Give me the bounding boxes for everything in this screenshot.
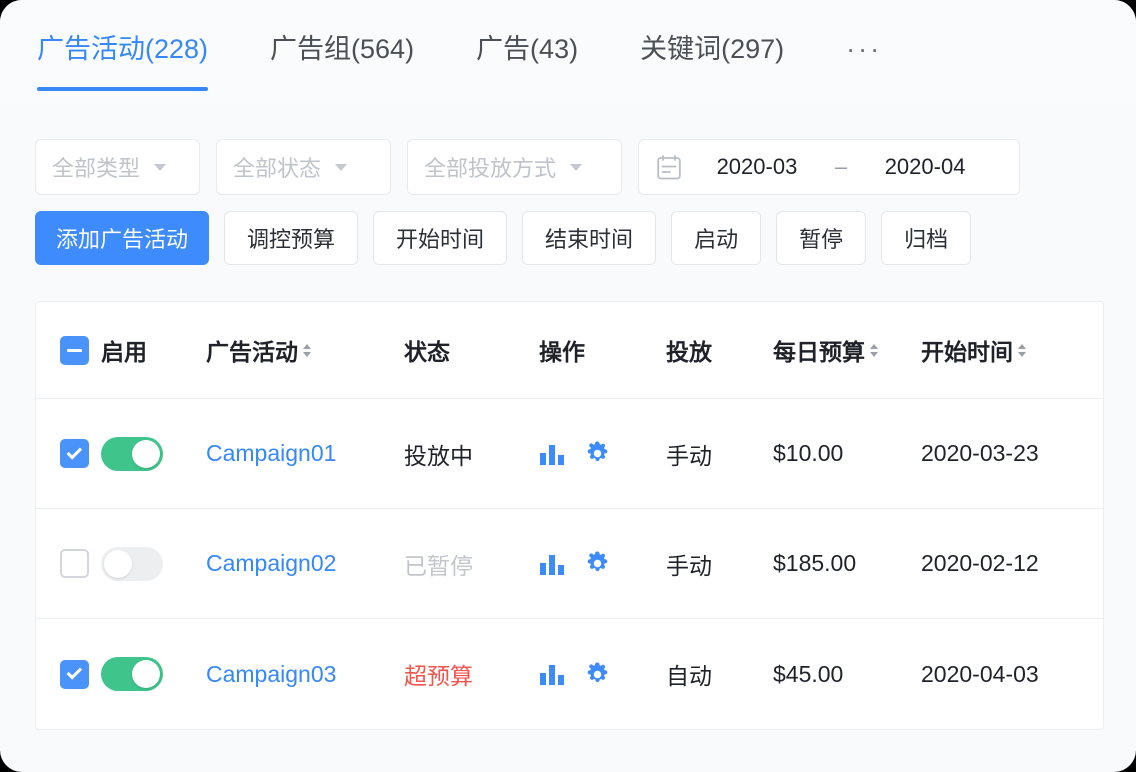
header-delivery-label: 投放 [666,333,712,367]
status-badge: 已暂停 [404,547,539,581]
end-time-button[interactable]: 结束时间 [522,211,656,265]
status-badge: 投放中 [404,437,539,471]
filter-status-label: 全部状态 [233,151,321,183]
filter-mode-select[interactable]: 全部投放方式 [407,139,622,195]
enable-button[interactable]: 启动 [671,211,761,265]
check-icon [66,444,82,460]
tab-adgroups[interactable]: 广告组(564) [270,0,414,63]
gear-icon[interactable] [585,551,610,576]
row-operations-cell [539,441,666,466]
sort-icon[interactable] [303,344,311,357]
campaign-table: 启用 广告活动 状态 操作 投放 每日预算 开始时间 [35,301,1104,730]
row-enable-cell [101,547,206,581]
header-enable: 启用 [101,333,206,367]
tab-ads[interactable]: 广告(43) [476,0,578,63]
daily-budget-value: $45.00 [773,661,921,688]
chevron-down-icon [154,164,166,171]
table-row: Campaign03 超预算 自动 $45.00 2020-04-03 [36,619,1103,729]
select-all-cell [36,336,101,365]
action-bar: 添加广告活动 调控预算 开始时间 结束时间 启动 暂停 归档 [35,211,971,265]
header-daily-budget[interactable]: 每日预算 [773,333,921,367]
filter-mode-label: 全部投放方式 [424,151,556,183]
date-range-picker[interactable]: 2020-03 – 2020-04 [638,139,1020,195]
table-header-row: 启用 广告活动 状态 操作 投放 每日预算 开始时间 [36,302,1103,399]
tab-campaigns[interactable]: 广告活动(228) [37,0,208,63]
start-time-value: 2020-04-03 [921,661,1081,688]
campaign-name-link[interactable]: Campaign02 [206,550,404,577]
filter-type-label: 全部类型 [52,151,140,183]
app-page: 广告活动(228) 广告组(564) 广告(43) 关键词(297) ··· 全… [0,0,1136,772]
filter-status-select[interactable]: 全部状态 [216,139,391,195]
header-delivery: 投放 [666,333,773,367]
chart-icon[interactable] [539,442,566,466]
date-start-value[interactable]: 2020-03 [681,154,833,180]
pause-button[interactable]: 暂停 [776,211,866,265]
row-checkbox[interactable] [60,439,89,468]
sort-icon[interactable] [1018,344,1026,357]
tab-keywords[interactable]: 关键词(297) [640,0,784,63]
calendar-icon [657,155,681,180]
date-separator: – [833,154,849,180]
header-operations: 操作 [539,333,666,367]
enable-toggle[interactable] [101,547,163,581]
check-icon [66,664,82,680]
filter-type-select[interactable]: 全部类型 [35,139,200,195]
row-select-cell [36,549,101,578]
enable-toggle[interactable] [101,657,163,691]
row-checkbox[interactable] [60,660,89,689]
row-select-cell [36,660,101,689]
start-time-button[interactable]: 开始时间 [373,211,507,265]
row-select-cell [36,439,101,468]
delivery-value: 自动 [666,657,773,691]
header-status-label: 状态 [404,333,450,367]
header-start-time[interactable]: 开始时间 [921,333,1081,367]
header-daily-budget-label: 每日预算 [773,333,865,367]
header-start-time-label: 开始时间 [921,333,1013,367]
header-status: 状态 [404,333,539,367]
row-operations-cell [539,551,666,576]
row-enable-cell [101,437,206,471]
select-all-checkbox[interactable] [60,336,89,365]
daily-budget-value: $10.00 [773,440,921,467]
delivery-value: 手动 [666,547,773,581]
adjust-budget-button[interactable]: 调控预算 [224,211,358,265]
chevron-down-icon [570,164,582,171]
gear-icon[interactable] [585,441,610,466]
tab-more-button[interactable]: ··· [846,0,882,63]
table-row: Campaign01 投放中 手动 $10.00 2020-03-23 [36,399,1103,509]
table-row: Campaign02 已暂停 手动 $185.00 2020-02-1 [36,509,1103,619]
chevron-down-icon [335,164,347,171]
daily-budget-value: $185.00 [773,550,921,577]
sort-icon[interactable] [870,344,878,357]
chart-icon[interactable] [539,662,566,686]
row-enable-cell [101,657,206,691]
header-enable-label: 启用 [101,333,147,367]
toggle-knob [132,440,160,468]
campaign-name-link[interactable]: Campaign01 [206,440,404,467]
add-campaign-button[interactable]: 添加广告活动 [35,211,209,265]
chart-icon[interactable] [539,552,566,576]
filter-bar: 全部类型 全部状态 全部投放方式 2020-03 – 2020-04 [35,139,1020,195]
header-campaign-label: 广告活动 [206,333,298,367]
enable-toggle[interactable] [101,437,163,471]
archive-button[interactable]: 归档 [881,211,971,265]
delivery-value: 手动 [666,437,773,471]
status-badge: 超预算 [404,657,539,691]
tab-bar: 广告活动(228) 广告组(564) 广告(43) 关键词(297) ··· [0,0,1136,104]
toggle-knob [132,660,160,688]
start-time-value: 2020-02-12 [921,550,1081,577]
row-operations-cell [539,662,666,687]
indeterminate-dash-icon [67,349,82,352]
header-operations-label: 操作 [539,333,585,367]
campaign-name-link[interactable]: Campaign03 [206,661,404,688]
start-time-value: 2020-03-23 [921,440,1081,467]
toggle-knob [104,550,132,578]
row-checkbox[interactable] [60,549,89,578]
date-end-value[interactable]: 2020-04 [849,154,1001,180]
gear-icon[interactable] [585,662,610,687]
header-campaign[interactable]: 广告活动 [206,333,404,367]
